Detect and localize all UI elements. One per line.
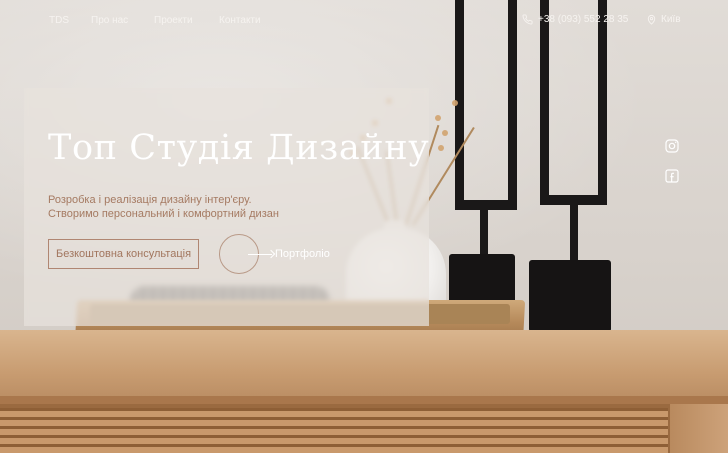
- dried-flower-head: [452, 100, 458, 106]
- hero-subtitle-line: Створимо персональний і комфортний дизан: [48, 208, 279, 220]
- phone-number: +38 (093) 552 28 35: [538, 13, 629, 25]
- cabinet-slats: [0, 408, 668, 453]
- dried-flower-head: [442, 130, 448, 136]
- dried-flower-head: [438, 145, 444, 151]
- phone-icon: [521, 13, 533, 25]
- logo[interactable]: TDS: [49, 15, 69, 26]
- location-pin-icon: [645, 13, 657, 25]
- free-consultation-button[interactable]: Безкоштовна консультація: [48, 239, 199, 269]
- nav-about[interactable]: Про нас: [91, 15, 128, 26]
- nav-projects[interactable]: Проекти: [154, 15, 193, 26]
- instagram-icon[interactable]: [663, 137, 680, 154]
- nav-contacts[interactable]: Контакти: [219, 15, 261, 26]
- hero-subtitle-line: Розробка і реалізація дизайну інтер'єру.: [48, 194, 252, 206]
- black-sculpture-left: [455, 0, 517, 210]
- portfolio-link[interactable]: Портфоліо: [275, 248, 330, 260]
- city-name: Київ: [661, 13, 681, 25]
- black-sculpture-right: [540, 0, 607, 205]
- sculpture-left-pole: [480, 205, 488, 260]
- sculpture-right-pole: [570, 200, 578, 262]
- hero-title: Топ Студія Дизайну: [48, 128, 430, 168]
- cabinet-top: [0, 330, 728, 402]
- cabinet-side: [670, 404, 728, 453]
- sculpture-right-base: [529, 260, 611, 332]
- phone-contact[interactable]: +38 (093) 552 28 35: [521, 13, 628, 25]
- facebook-icon[interactable]: [663, 167, 680, 184]
- hero-subtitle: Розробка і реалізація дизайну інтер'єру.…: [48, 193, 279, 221]
- cabinet-edge: [0, 396, 728, 404]
- dried-flower-head: [435, 115, 441, 121]
- city-location[interactable]: Київ: [645, 13, 681, 25]
